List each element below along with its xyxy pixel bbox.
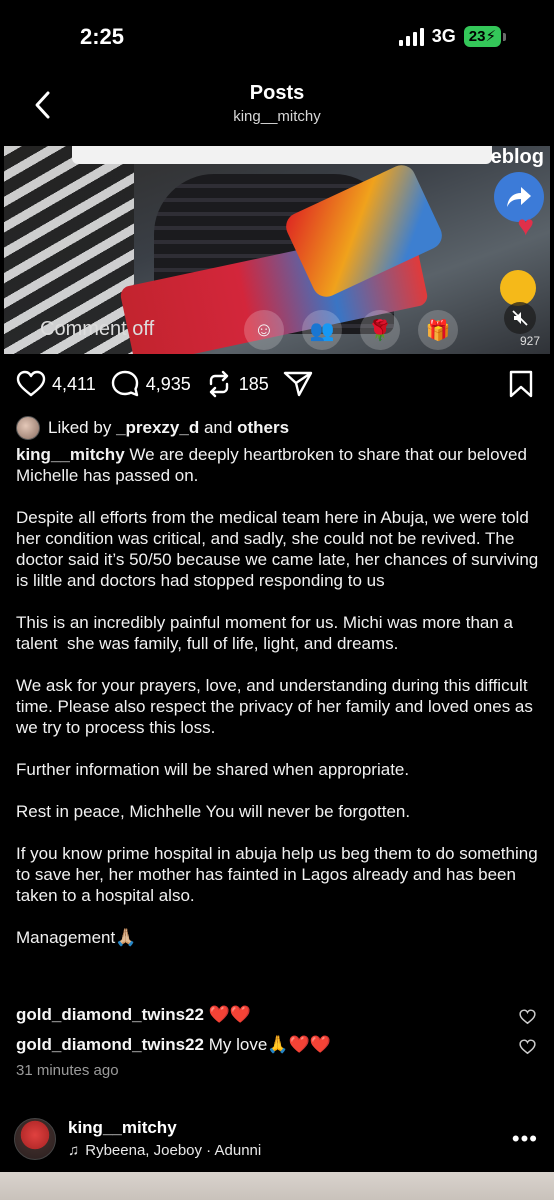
comment-user[interactable]: gold_diamond_twins22 — [16, 1035, 204, 1054]
liked-by-others[interactable]: others — [237, 418, 289, 437]
comment-like-button[interactable] — [519, 1037, 536, 1063]
like-count: 4,411 — [52, 373, 96, 394]
speaker-muted-icon — [512, 310, 528, 326]
status-bar: 2:25 3G 23⚡ — [0, 0, 554, 76]
repost-icon — [209, 370, 228, 398]
next-post-header: king__mitchy ♫ Rybeena, Joeboy · Adunni … — [0, 1114, 554, 1170]
avatar[interactable] — [14, 1118, 56, 1160]
comment-status: Comment off — [40, 318, 155, 340]
media-count: 927 — [519, 334, 540, 348]
gift-icon: 🎁 — [418, 310, 458, 350]
music-info[interactable]: ♫ Rybeena, Joeboy · Adunni — [68, 1142, 261, 1159]
battery-icon: 23⚡ — [463, 26, 501, 47]
header: Posts king__mitchy — [0, 76, 554, 146]
repost-count: 185 — [238, 373, 269, 394]
avatar — [16, 416, 40, 440]
send-button[interactable] — [283, 370, 313, 398]
next-post-media[interactable] — [0, 1172, 554, 1200]
comment-row: gold_diamond_twins22 My love🙏❤️❤️ — [16, 1032, 540, 1062]
liked-by[interactable]: Liked by _prexzy_d and others — [16, 416, 289, 440]
heart-outline-icon — [519, 1039, 536, 1055]
heart-icon: ♥ — [517, 210, 534, 241]
repost-button[interactable]: 185 — [205, 370, 269, 398]
more-options-icon[interactable]: ••• — [512, 1126, 538, 1152]
caption-paragraph: This is an incredibly painful moment for… — [16, 613, 518, 653]
action-bar: 4,411 4,935 185 — [16, 366, 538, 402]
battery-level: 23 — [468, 28, 486, 45]
reaction-icon — [500, 270, 536, 306]
caption-paragraph: Despite all efforts from the medical tea… — [16, 508, 543, 590]
next-post-username[interactable]: king__mitchy — [68, 1118, 177, 1138]
media-overlay-text: eblog — [490, 146, 544, 168]
media-banner — [72, 146, 492, 164]
comment-text: ❤️❤️ — [208, 1005, 252, 1024]
liked-by-text: Liked by _prexzy_d and others — [48, 418, 289, 438]
music-text: Rybeena, Joeboy · Adunni — [85, 1142, 262, 1159]
header-username[interactable]: king__mitchy — [0, 108, 554, 125]
comment-row: gold_diamond_twins22 ❤️❤️ — [16, 1002, 540, 1032]
comments-preview: gold_diamond_twins22 ❤️❤️ gold_diamond_t… — [16, 1002, 540, 1062]
mute-button[interactable] — [504, 302, 536, 334]
people-icon: 👥 — [302, 310, 342, 350]
rose-icon: 🌹 — [360, 310, 400, 350]
face-icon: ☺ — [244, 310, 284, 350]
save-button[interactable] — [508, 370, 534, 403]
battery-tip — [503, 32, 506, 41]
caption-paragraph: We ask for your prayers, love, and under… — [16, 676, 538, 737]
comment-user[interactable]: gold_diamond_twins22 — [16, 1005, 204, 1024]
comment-icon — [111, 370, 138, 397]
post-timestamp: 31 minutes ago — [16, 1062, 119, 1079]
heart-outline-icon — [16, 370, 46, 397]
like-button[interactable]: 4,411 — [16, 370, 96, 398]
comment-like-button[interactable] — [519, 1007, 536, 1033]
caption-paragraph: Further information will be shared when … — [16, 760, 410, 779]
comment-button[interactable]: 4,935 — [110, 369, 191, 399]
music-note-icon: ♫ — [68, 1142, 80, 1159]
comment-count: 4,935 — [145, 373, 191, 394]
caption-paragraph: If you know prime hospital in abuja help… — [16, 844, 543, 905]
liked-by-user[interactable]: _prexzy_d — [116, 418, 199, 437]
caption-username[interactable]: king__mitchy — [16, 445, 125, 464]
status-indicators: 3G 23⚡ — [398, 26, 506, 47]
network-type: 3G — [431, 26, 456, 46]
caption-paragraph: Rest in peace, Michhelle You will never … — [16, 802, 411, 821]
liked-by-prefix: Liked by — [48, 418, 112, 437]
paper-plane-icon — [283, 371, 313, 397]
signal-icon — [398, 27, 424, 46]
bookmark-icon — [509, 370, 533, 398]
caption-paragraph: king__mitchy We are deeply heartbroken t… — [16, 444, 540, 486]
liked-by-and: and — [203, 418, 233, 437]
heart-outline-icon — [519, 1009, 536, 1025]
caption-paragraph: Management🙏🏼 — [16, 928, 137, 947]
post-media[interactable]: eblog Comment off ☺ 👥 🌹 🎁 ♥ 927 — [4, 146, 550, 354]
page-title: Posts — [249, 82, 305, 104]
post-caption: king__mitchy We are deeply heartbroken t… — [16, 444, 540, 948]
status-time: 2:25 — [80, 24, 125, 49]
comment-text: My love🙏❤️❤️ — [208, 1035, 331, 1054]
